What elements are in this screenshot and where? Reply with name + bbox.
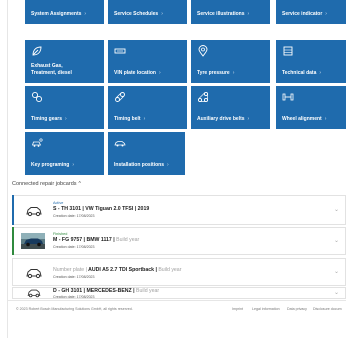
left-border [7, 0, 8, 338]
creation-date: Creation date: 17/08/2023 [53, 295, 95, 299]
tile-label: Service Schedules [114, 11, 159, 17]
tile-service-schedules[interactable]: Service Schedules › [108, 0, 187, 24]
tile-wheel-alignment[interactable]: Wheel alignment › [276, 86, 346, 129]
jobcard-title: D - GH 3101 | MERCEDES-BENZ | Build year [53, 288, 160, 294]
chevron-down-icon[interactable]: ⌄ [334, 268, 339, 275]
axle-icon [282, 93, 294, 101]
creation-date: Creation date: 17/08/2023 [53, 214, 95, 218]
chip-icon [283, 46, 293, 56]
jobcard-title: S - TH 3101 | VW Tiguan 2.0 TFSI | 2019 [53, 206, 150, 212]
creation-date: Creation date: 17/08/2023 [53, 275, 95, 279]
car-outline-icon [26, 207, 42, 217]
chevron-down-icon[interactable]: ⌄ [334, 289, 339, 296]
jobcard-title: Number plate | AUDI A5 2.7 TDI Sportback… [53, 267, 182, 273]
tile-service-illustrations[interactable]: Service illustrations › [191, 0, 270, 24]
footer-link-privacy[interactable]: Data privacy [287, 307, 307, 311]
status-label: Finished [53, 232, 68, 236]
car-photo-icon [21, 233, 45, 249]
belt-icon [115, 92, 125, 102]
drive-belt-icon [197, 91, 209, 103]
status-label: Active [53, 201, 64, 205]
tile-installation-positions[interactable]: Installation positions › [108, 132, 185, 175]
jobcard-row[interactable]: Finished M - FG 9757 | BMW 1117 | Build … [12, 227, 346, 255]
tile-label: Service illustrations [197, 11, 245, 17]
car-side-icon [114, 141, 126, 147]
creation-date: Creation date: 17/08/2023 [53, 245, 95, 249]
tile-auxiliary-drive-belts[interactable]: Auxiliary drive belts › [191, 86, 270, 129]
tile-label: System Assignments [31, 11, 82, 17]
tile-timing-belt[interactable]: Timing belt › [108, 86, 187, 129]
tile-label: Timing gears [31, 115, 63, 122]
status-accent [12, 195, 14, 225]
tile-exhaust-gas[interactable]: Exhaust Gas, Treatment, diesel [25, 40, 104, 83]
tile-label: Auxiliary drive belts [197, 115, 245, 122]
tile-system-assignments[interactable]: System Assignments › [25, 0, 104, 24]
jobcard-row[interactable]: D - GH 3101 | MERCEDES-BENZ | Build year… [12, 287, 346, 299]
tile-timing-gears[interactable]: Timing gears › [25, 86, 104, 129]
gears-icon [31, 91, 43, 103]
jobcard-row[interactable]: Number plate | AUDI A5 2.7 TDI Sportback… [12, 258, 346, 286]
leaf-icon [32, 46, 42, 56]
tile-label: Wheel alignment [282, 115, 322, 122]
tile-tyre-pressure[interactable]: Tyre pressure › [191, 40, 270, 83]
chevron-up-icon: ^ [78, 181, 81, 187]
footer-link-legal[interactable]: Legal information [252, 307, 280, 311]
tile-label: VIN plate location [114, 69, 156, 76]
car-outline-icon [26, 269, 42, 279]
tile-label: Key programing [31, 161, 70, 168]
footer-link-imprint[interactable]: Imprint [232, 307, 243, 311]
chevron-down-icon[interactable]: ⌄ [334, 237, 339, 244]
car-outline-icon [27, 289, 41, 298]
tile-service-indicator[interactable]: Service indicator › [276, 0, 346, 24]
tile-label: Exhaust Gas, Treatment, diesel [31, 63, 72, 76]
jobcard-title: M - FG 9757 | BMW 1117 | Build year [53, 237, 140, 243]
tile-technical-data[interactable]: Technical data › [276, 40, 346, 83]
connected-jobcards-toggle[interactable]: Connected repair jobcards ^ [12, 181, 81, 187]
tile-label: Timing belt [114, 115, 141, 122]
key-car-icon [31, 138, 43, 147]
chevron-down-icon[interactable]: ⌄ [334, 206, 339, 213]
tile-label: Installation positions [114, 161, 165, 168]
tile-label: Technical data [282, 69, 317, 76]
tile-vin-plate[interactable]: VIN plate location › [108, 40, 187, 83]
plate-icon [114, 48, 126, 54]
connected-jobcards-title: Connected repair jobcards [12, 181, 77, 187]
tile-key-programing[interactable]: Key programing › [25, 132, 104, 175]
status-accent [12, 227, 14, 255]
tyre-pin-icon [198, 45, 208, 57]
tile-label: Tyre pressure [197, 69, 230, 76]
footer-link-disclosure[interactable]: Disclosure docum [313, 307, 342, 311]
jobcard-row[interactable]: Active S - TH 3101 | VW Tiguan 2.0 TFSI … [12, 195, 346, 225]
page-footer: © 2023 Robert Bosch Manufacturing Soluti… [7, 300, 346, 338]
copyright-text: © 2023 Robert Bosch Manufacturing Soluti… [16, 307, 133, 311]
tile-label: Service indicator [282, 11, 323, 17]
